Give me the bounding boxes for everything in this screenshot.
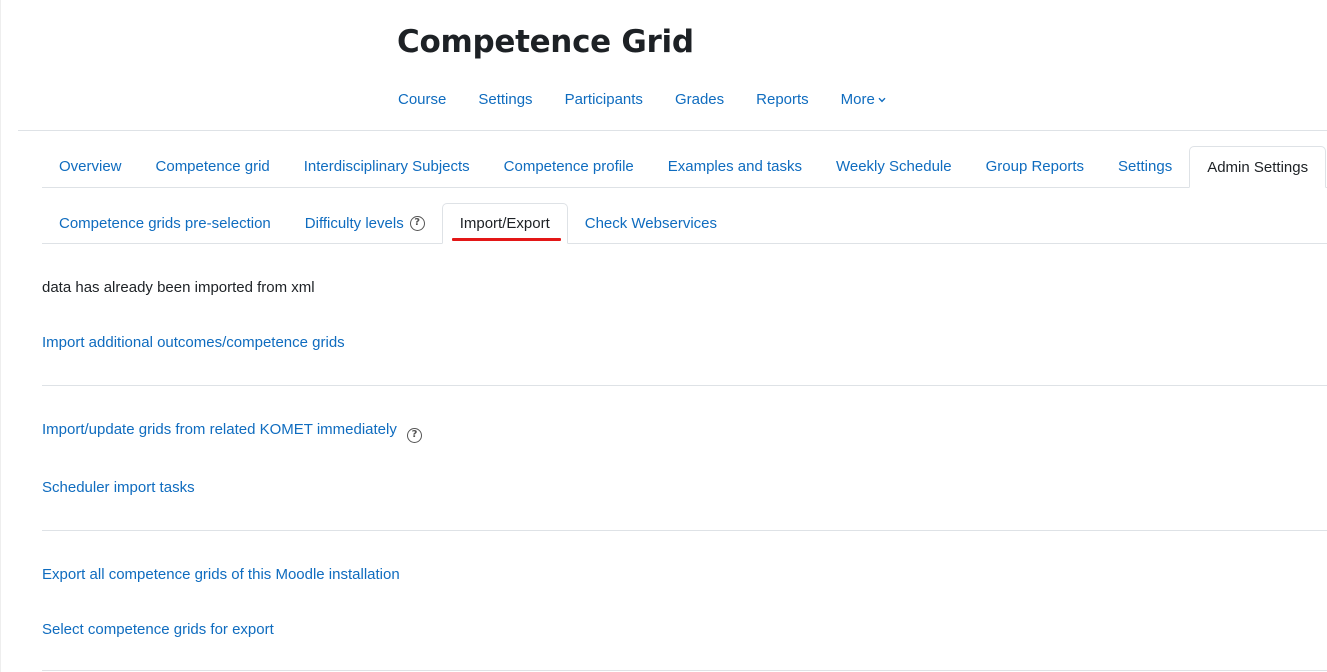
- nav-settings[interactable]: Settings: [462, 88, 548, 114]
- section-divider: [42, 530, 1327, 531]
- nav-reports[interactable]: Reports: [740, 88, 825, 114]
- tab-competence-profile[interactable]: Competence profile: [487, 146, 651, 187]
- nav-course[interactable]: Course: [382, 88, 462, 114]
- question-circle-icon[interactable]: ?: [409, 215, 425, 231]
- import-status-text: data has already been imported from xml: [42, 279, 315, 296]
- header-divider: [18, 130, 1327, 131]
- tab-weekly-schedule[interactable]: Weekly Schedule: [819, 146, 969, 187]
- tab-difficulty-levels-label: Difficulty levels: [304, 214, 404, 232]
- scheduler-import-tasks-link[interactable]: Scheduler import tasks: [42, 479, 195, 496]
- tab-admin-settings[interactable]: Admin Settings: [1189, 146, 1327, 188]
- import-komet-link[interactable]: Import/update grids from related KOMET i…: [42, 421, 397, 438]
- course-navigation: Course Settings Participants Grades Repo…: [382, 88, 902, 114]
- tab-settings[interactable]: Settings: [1101, 146, 1189, 187]
- tab-difficulty-levels[interactable]: Difficulty levels ?: [288, 203, 442, 243]
- nav-more-dropdown[interactable]: More: [825, 88, 902, 114]
- chevron-down-icon: [878, 89, 886, 113]
- tab-group-reports[interactable]: Group Reports: [969, 146, 1101, 187]
- secondary-tabs: Competence grids pre-selection Difficult…: [42, 203, 1327, 244]
- import-komet-row: Import/update grids from related KOMET i…: [42, 421, 423, 443]
- primary-tabs: Overview Competence grid Interdisciplina…: [42, 146, 1327, 188]
- tab-interdisciplinary-subjects[interactable]: Interdisciplinary Subjects: [287, 146, 487, 187]
- tab-import-export-label: Import/Export: [459, 215, 550, 232]
- nav-grades[interactable]: Grades: [659, 88, 740, 114]
- page: Competence Grid Course Settings Particip…: [0, 0, 1327, 672]
- export-all-grids-link[interactable]: Export all competence grids of this Mood…: [42, 566, 400, 583]
- tab-import-export[interactable]: Import/Export: [441, 203, 568, 244]
- section-divider: [42, 385, 1327, 386]
- question-circle-icon[interactable]: ?: [407, 427, 423, 443]
- tab-examples-and-tasks[interactable]: Examples and tasks: [651, 146, 819, 187]
- import-additional-link[interactable]: Import additional outcomes/competence gr…: [42, 334, 345, 351]
- active-tab-highlight: [451, 238, 561, 241]
- tab-competence-grid[interactable]: Competence grid: [139, 146, 287, 187]
- nav-participants[interactable]: Participants: [549, 88, 659, 114]
- section-divider: [42, 670, 1327, 671]
- tab-competence-grids-pre-selection[interactable]: Competence grids pre-selection: [42, 203, 288, 243]
- page-title: Competence Grid: [397, 24, 694, 60]
- select-grids-for-export-link[interactable]: Select competence grids for export: [42, 621, 274, 638]
- nav-more-label: More: [840, 91, 875, 108]
- tab-check-webservices[interactable]: Check Webservices: [568, 203, 734, 243]
- tab-overview[interactable]: Overview: [42, 146, 139, 187]
